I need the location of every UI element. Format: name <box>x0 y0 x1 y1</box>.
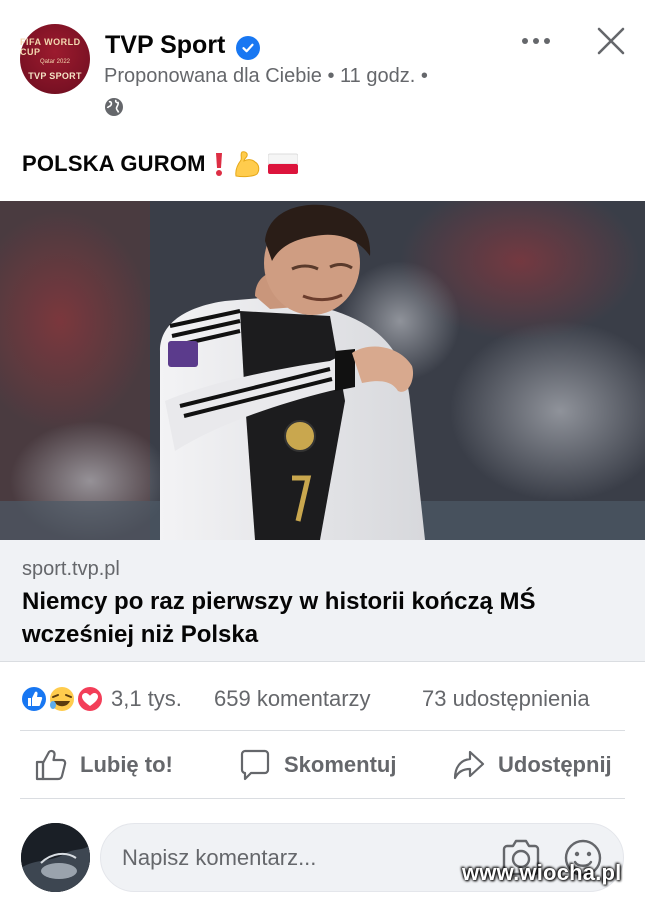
link-title[interactable]: Niemcy po raz pierwszy w historii kończą… <box>22 585 622 651</box>
reactions-count[interactable]: 3,1 tys. <box>111 686 182 712</box>
thumbs-up-icon <box>35 749 67 781</box>
page-avatar[interactable]: FIFA WORLD CUP Qatar 2022 TVP SPORT <box>20 24 90 94</box>
comment-composer <box>0 812 645 900</box>
post-actions: Lubię to! Skomentuj Udostępnij <box>0 732 645 798</box>
link-preview-card[interactable]: sport.tvp.pl Niemcy po raz pierwszy w hi… <box>0 540 645 662</box>
like-button[interactable]: Lubię to! <box>34 732 173 798</box>
avatar-brand: TVP SPORT <box>28 71 82 81</box>
link-domain: sport.tvp.pl <box>22 558 120 580</box>
globe-icon <box>104 97 124 117</box>
close-icon[interactable] <box>594 24 628 58</box>
reactions-summary[interactable] <box>20 684 106 714</box>
comment-button[interactable]: Skomentuj <box>238 732 396 798</box>
post-meta: Proponowana dla Ciebie • 11 godz. • <box>104 65 428 87</box>
more-options-icon[interactable] <box>519 26 553 56</box>
page-name-link[interactable]: TVP Sport <box>105 31 225 60</box>
like-label: Lubię to! <box>80 752 173 777</box>
post-stats: 3,1 tys. 659 komentarzy 73 udostępnienia <box>0 676 645 720</box>
share-label: Udostępnij <box>498 752 612 777</box>
share-arrow-icon <box>453 750 485 780</box>
site-watermark: www.wiocha.pl <box>462 860 622 885</box>
divider <box>20 798 625 799</box>
share-button[interactable]: Udostępnij <box>452 732 612 798</box>
shares-count[interactable]: 73 udostępnienia <box>422 686 590 712</box>
avatar-cup-subline: Qatar 2022 <box>39 59 71 65</box>
verified-badge-icon <box>236 36 260 60</box>
avatar-cup-line: FIFA WORLD CUP <box>20 37 81 57</box>
divider <box>20 730 625 731</box>
post-header: FIFA WORLD CUP Qatar 2022 TVP SPORT TVP … <box>0 0 645 130</box>
flexed-biceps-icon <box>232 150 262 178</box>
link-preview-image[interactable] <box>0 201 645 540</box>
polish-flag-icon <box>267 153 298 175</box>
user-avatar[interactable] <box>21 823 90 892</box>
post-text-content: POLSKA GUROM <box>22 151 206 176</box>
exclamation-icon <box>212 151 226 177</box>
post-text: POLSKA GUROM <box>22 150 298 178</box>
comments-count[interactable]: 659 komentarzy <box>214 686 371 712</box>
comment-label: Skomentuj <box>284 752 397 777</box>
speech-bubble-icon <box>240 749 270 781</box>
